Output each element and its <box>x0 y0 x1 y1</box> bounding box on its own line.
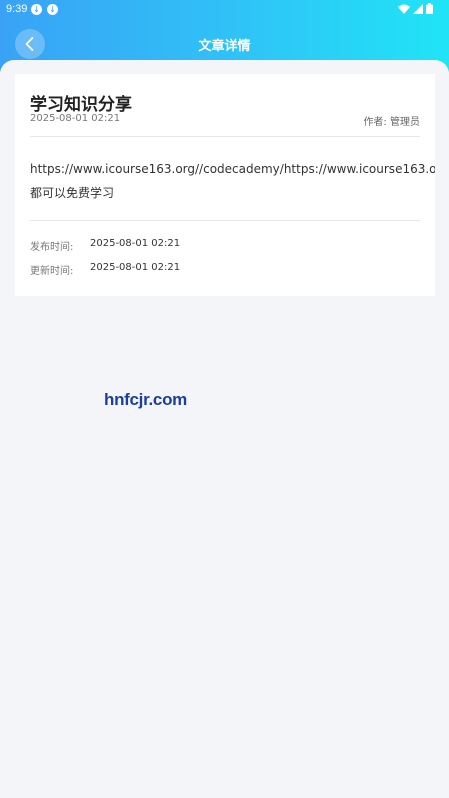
publish-time-label: 发布时间: <box>30 242 74 253</box>
battery-icon <box>426 3 433 14</box>
download-icon: ↓ <box>47 4 58 15</box>
publish-time-value: 2025-08-01 02:21 <box>90 238 181 249</box>
navigation-bar: 文章详情 <box>0 28 449 60</box>
article-date: 2025-08-01 02:21 <box>30 113 121 124</box>
signal-icon <box>413 3 423 14</box>
article-body: https://www.icourse163.org//codecademy/h… <box>30 162 435 200</box>
article-card: 学习知识分享 2025-08-01 02:21 作者: 管理员 https://… <box>15 74 435 296</box>
download-icon: ↓ <box>31 4 42 15</box>
divider <box>30 220 420 221</box>
update-time-label: 更新时间: <box>30 266 74 277</box>
article-title: 学习知识分享 <box>30 95 132 115</box>
status-time: 9:39 <box>6 3 28 15</box>
article-author: 作者: 管理员 <box>363 117 420 128</box>
update-time-value: 2025-08-01 02:21 <box>90 262 181 273</box>
wifi-icon <box>398 4 410 14</box>
status-bar: 9:39 ↓ ↓ <box>0 0 449 20</box>
divider <box>30 136 420 137</box>
page-title: 文章详情 <box>198 39 251 54</box>
watermark-text: hnfcjr.com <box>104 390 187 409</box>
